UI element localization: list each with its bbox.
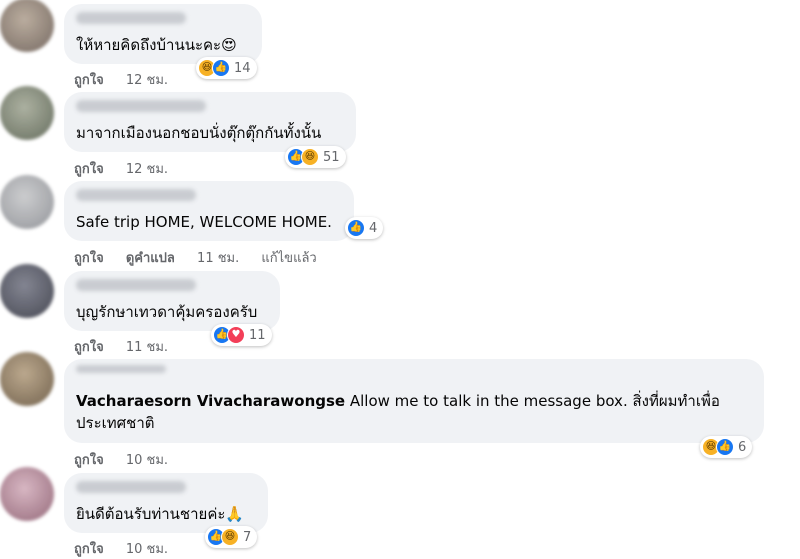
- comment-text: มาจากเมืองนอกชอบนั่งตุ๊กตุ๊กกันทั้งนั้น: [76, 124, 322, 142]
- like-link[interactable]: ถูกใจ: [74, 453, 104, 468]
- reaction-count: 6: [738, 439, 747, 455]
- like-link[interactable]: ถูกใจ: [74, 542, 104, 557]
- comment-text: บุญรักษาเทวดาคุ้มครองครับ: [76, 303, 258, 321]
- comment-bubble: Safe trip HOME, WELCOME HOME.: [64, 181, 354, 241]
- comment-author-blurred[interactable]: [76, 279, 196, 291]
- comment-avatar[interactable]: [0, 352, 54, 406]
- comment-avatar[interactable]: [0, 467, 54, 521]
- reaction-summary[interactable]: 👍 😆 7: [205, 526, 258, 548]
- edited-label[interactable]: แก้ไขแล้ว: [261, 251, 316, 266]
- reaction-count: 4: [369, 220, 378, 236]
- timestamp[interactable]: 12 ชม.: [126, 73, 168, 88]
- laughing-face-icon: 😆: [221, 528, 239, 546]
- comment-text: ให้หายคิดถึงบ้านนะคะ😍: [76, 36, 237, 54]
- comment-actions: ถูกใจ 12 ชม.: [74, 69, 186, 90]
- thumbs-up-icon: 👍: [212, 59, 230, 77]
- timestamp[interactable]: 10 ชม.: [126, 453, 168, 468]
- translate-link[interactable]: ดูคำแปล: [126, 251, 175, 266]
- reaction-count: 11: [249, 327, 266, 343]
- reaction-summary[interactable]: 👍 ♥ 11: [211, 324, 272, 346]
- comment-bubble: ให้หายคิดถึงบ้านนะคะ😍: [64, 4, 262, 64]
- timestamp[interactable]: 11 ชม.: [197, 251, 239, 266]
- comment-text: Safe trip HOME, WELCOME HOME.: [76, 213, 332, 231]
- timestamp[interactable]: 10 ชม.: [126, 542, 168, 557]
- comment-actions: ถูกใจ 10 ชม.: [74, 538, 186, 559]
- comment-bubble: มาจากเมืองนอกชอบนั่งตุ๊กตุ๊กกันทั้งนั้น: [64, 92, 356, 152]
- comment-author-blurred[interactable]: [76, 12, 186, 24]
- laughing-face-icon: 😆: [301, 148, 319, 166]
- comment-bubble: Vacharaesorn Vivacharawongse Allow me to…: [64, 359, 764, 443]
- comment-avatar[interactable]: [0, 264, 54, 318]
- comment-author-blurred[interactable]: [76, 100, 206, 112]
- reaction-count: 14: [234, 60, 251, 76]
- reaction-summary[interactable]: 👍 😆 51: [285, 146, 346, 168]
- comment-avatar[interactable]: [0, 86, 54, 140]
- comment-text: ยินดีต้อนรับท่านชายค่ะ🙏: [76, 505, 245, 523]
- reaction-count: 7: [243, 529, 252, 545]
- reaction-summary[interactable]: 😆 👍 14: [196, 57, 257, 79]
- reaction-summary[interactable]: 👍 4: [345, 217, 384, 239]
- comment-bubble: บุญรักษาเทวดาคุ้มครองครับ: [64, 271, 280, 331]
- comment-actions: ถูกใจ 12 ชม.: [74, 158, 186, 179]
- comment-actions: ถูกใจ 11 ชม.: [74, 336, 186, 357]
- like-link[interactable]: ถูกใจ: [74, 162, 104, 177]
- timestamp[interactable]: 12 ชม.: [126, 162, 168, 177]
- comment-author-blurred[interactable]: [76, 365, 166, 373]
- comment-avatar[interactable]: [0, 0, 54, 52]
- thumbs-up-icon: 👍: [716, 438, 734, 456]
- comment-avatar[interactable]: [0, 175, 54, 229]
- comment-actions: ถูกใจ 10 ชม.: [74, 449, 186, 470]
- reaction-count: 51: [323, 149, 340, 165]
- comment-author-blurred[interactable]: [76, 481, 186, 493]
- comment-actions: ถูกใจ ดูคำแปล 11 ชม. แก้ไขแล้ว: [74, 247, 335, 268]
- like-link[interactable]: ถูกใจ: [74, 340, 104, 355]
- comment-text: Vacharaesorn Vivacharawongse Allow me to…: [76, 390, 750, 434]
- comment-bubble: ยินดีต้อนรับท่านชายค่ะ🙏: [64, 473, 268, 533]
- like-link[interactable]: ถูกใจ: [74, 251, 104, 266]
- heart-icon: ♥: [227, 326, 245, 344]
- comment-author-blurred[interactable]: [76, 189, 196, 201]
- reaction-summary[interactable]: 😆 👍 6: [700, 436, 753, 458]
- like-link[interactable]: ถูกใจ: [74, 73, 104, 88]
- thumbs-up-icon: 👍: [347, 219, 365, 237]
- comment-author[interactable]: Vacharaesorn Vivacharawongse: [76, 392, 345, 410]
- timestamp[interactable]: 11 ชม.: [126, 340, 168, 355]
